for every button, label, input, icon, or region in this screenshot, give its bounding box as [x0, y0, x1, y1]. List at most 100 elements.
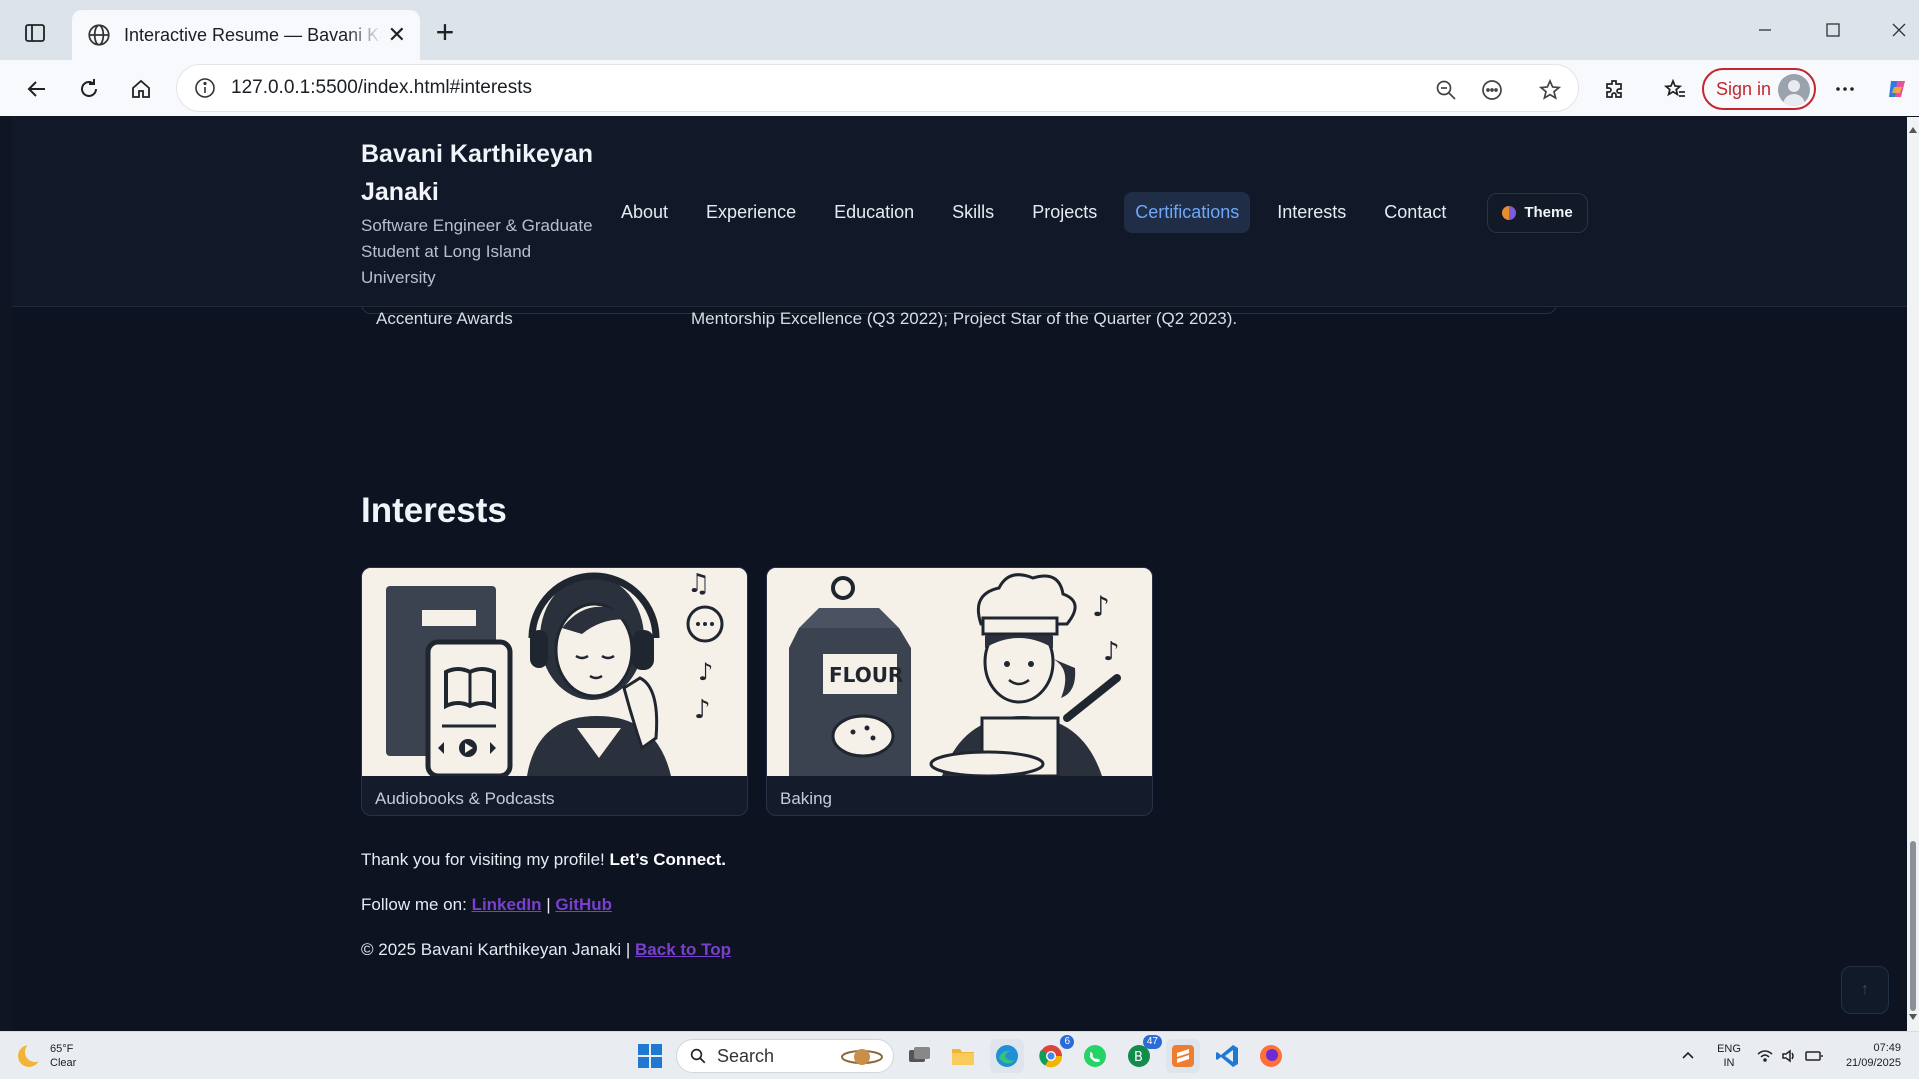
- zoom-out-icon[interactable]: [1431, 75, 1461, 105]
- network-icon[interactable]: [1756, 1032, 1774, 1079]
- whatsapp-icon[interactable]: [1078, 1039, 1112, 1073]
- footer-thanks: Thank you for visiting my profile! Let’s…: [361, 850, 726, 870]
- volume-icon[interactable]: [1780, 1032, 1798, 1079]
- lang-line-1: ENG: [1717, 1043, 1741, 1055]
- new-tab-icon[interactable]: +: [428, 16, 462, 50]
- tab-title: Interactive Resume — Bavani Karthikeyan …: [124, 24, 382, 45]
- nav-interests[interactable]: Interests: [1266, 192, 1357, 233]
- theme-toggle-button[interactable]: Theme: [1487, 192, 1588, 233]
- page-scrollbar[interactable]: [1907, 117, 1919, 1031]
- svg-text:♫: ♫: [687, 569, 710, 599]
- firefox-icon[interactable]: [1254, 1039, 1288, 1073]
- avatar: [1778, 74, 1810, 106]
- reload-icon[interactable]: [72, 72, 106, 106]
- lang-line-2: IN: [1723, 1057, 1735, 1069]
- minimize-icon[interactable]: [1740, 12, 1790, 48]
- sign-in-label: Sign in: [1716, 78, 1772, 99]
- windows-taskbar: 65°F Clear Search 6 B 47 ENG IN 07:49 21…: [0, 1031, 1919, 1079]
- favorite-star-icon[interactable]: [1535, 75, 1565, 105]
- scroll-to-top-button[interactable]: ↑: [1841, 966, 1889, 1014]
- nav-contact[interactable]: Contact: [1373, 192, 1457, 233]
- extensions-icon[interactable]: [1598, 72, 1632, 106]
- awards-label: Accenture Awards: [376, 309, 513, 328]
- interest-card-baking[interactable]: FLOUR ♪ ♪ Baking: [766, 567, 1153, 816]
- read-aloud-icon[interactable]: [1477, 75, 1507, 105]
- browser-toolbar: 127.0.0.1:5500/index.html#interests Sign…: [0, 60, 1919, 116]
- info-icon[interactable]: [193, 76, 217, 100]
- moon-icon: [18, 1042, 45, 1067]
- svg-text:♪: ♪: [698, 658, 713, 686]
- url-text: 127.0.0.1:5500/index.html#interests: [231, 77, 533, 98]
- theme-swatch-icon: [1502, 205, 1517, 220]
- follow-prefix: Follow me on:: [361, 895, 467, 914]
- brand-subtitle: Software Engineer & Graduate Student at …: [361, 216, 593, 287]
- taskbar-search[interactable]: Search: [676, 1039, 894, 1073]
- address-bar[interactable]: 127.0.0.1:5500/index.html#interests: [176, 64, 1579, 112]
- copyright-text: © 2025 Bavani Karthikeyan Janaki |: [361, 940, 631, 959]
- linkedin-link[interactable]: LinkedIn: [472, 895, 542, 914]
- sublime-app-icon[interactable]: [1166, 1039, 1200, 1073]
- chrome-icon[interactable]: 6: [1034, 1035, 1074, 1073]
- globe-icon: [88, 24, 110, 46]
- weather-condition: Clear: [50, 1057, 77, 1069]
- browser-tab[interactable]: Interactive Resume — Bavani Karthikeyan …: [72, 10, 420, 60]
- maximize-icon[interactable]: [1808, 12, 1858, 48]
- close-tab-icon[interactable]: ✕: [388, 24, 406, 46]
- back-icon[interactable]: [20, 72, 54, 106]
- interests-title: Interests: [361, 491, 507, 530]
- whatsapp-business-icon[interactable]: B 47: [1122, 1035, 1162, 1073]
- file-explorer-icon[interactable]: [946, 1039, 980, 1073]
- flour-label: FLOUR: [829, 663, 903, 687]
- system-clock[interactable]: 07:49 21/09/2025: [1846, 1041, 1901, 1071]
- vscode-icon[interactable]: [1210, 1039, 1244, 1073]
- svg-text:♪: ♪: [1092, 590, 1110, 623]
- clock-date: 21/09/2025: [1845, 1057, 1901, 1069]
- browser-tabbar: Interactive Resume — Bavani Karthikeyan …: [0, 0, 1919, 60]
- theme-label: Theme: [1524, 204, 1573, 221]
- task-view-icon[interactable]: [902, 1039, 936, 1073]
- page-viewport: Accenture Awards Mentorship Excellence (…: [12, 117, 1907, 1031]
- nav-projects[interactable]: Projects: [1021, 192, 1108, 233]
- tab-actions-icon[interactable]: [18, 18, 52, 48]
- nav-about[interactable]: About: [610, 192, 679, 233]
- close-window-icon[interactable]: [1874, 12, 1919, 48]
- audiobooks-illustration: ♫ ♪ ♪: [362, 568, 747, 776]
- thanks-text: Thank you for visiting my profile!: [361, 850, 605, 869]
- link-separator: |: [546, 895, 551, 914]
- windows-start-icon[interactable]: [633, 1039, 667, 1073]
- tray-chevron-icon[interactable]: [1680, 1032, 1696, 1079]
- interest-caption: Audiobooks & Podcasts: [375, 789, 555, 808]
- nav-skills[interactable]: Skills: [941, 192, 1005, 233]
- planet-icon: [841, 1049, 883, 1065]
- svg-text:B: B: [1134, 1050, 1143, 1065]
- footer-copyright: © 2025 Bavani Karthikeyan Janaki | Back …: [361, 940, 731, 960]
- scroll-up-icon[interactable]: [1909, 127, 1917, 133]
- interest-card-audiobooks[interactable]: ♫ ♪ ♪ Audiobooks & Podcasts: [361, 567, 748, 816]
- nav-education[interactable]: Education: [823, 192, 925, 233]
- awards-value: Mentorship Excellence (Q3 2022); Project…: [691, 309, 1238, 328]
- weather-widget[interactable]: 65°F Clear: [18, 1042, 76, 1070]
- baking-illustration: FLOUR ♪ ♪: [767, 568, 1152, 776]
- chrome-badge: 6: [1060, 1035, 1074, 1049]
- footer-follow: Follow me on: LinkedIn | GitHub: [361, 895, 612, 915]
- battery-icon[interactable]: [1804, 1032, 1824, 1079]
- svg-text:♪: ♪: [694, 695, 711, 725]
- search-icon: [690, 1048, 706, 1064]
- scrollbar-thumb[interactable]: [1910, 841, 1916, 1011]
- back-to-top-link[interactable]: Back to Top: [635, 940, 731, 959]
- nav-experience[interactable]: Experience: [695, 192, 807, 233]
- more-options-icon[interactable]: [1828, 72, 1862, 106]
- sign-in-button[interactable]: Sign in: [1702, 68, 1816, 110]
- github-link[interactable]: GitHub: [555, 895, 612, 914]
- copilot-icon[interactable]: [1880, 72, 1914, 106]
- interest-caption: Baking: [780, 789, 832, 808]
- search-label: Search: [717, 1045, 775, 1066]
- home-icon[interactable]: [124, 72, 158, 106]
- brand-name[interactable]: Bavani Karthikeyan Janaki: [361, 135, 601, 211]
- language-indicator[interactable]: ENG IN: [1714, 1032, 1744, 1079]
- favorites-icon[interactable]: [1658, 72, 1692, 106]
- edge-browser-icon[interactable]: [990, 1039, 1024, 1073]
- scroll-down-icon[interactable]: [1909, 1014, 1917, 1020]
- clock-time: 07:49: [1873, 1042, 1901, 1054]
- nav-certifications[interactable]: Certifications: [1124, 192, 1251, 233]
